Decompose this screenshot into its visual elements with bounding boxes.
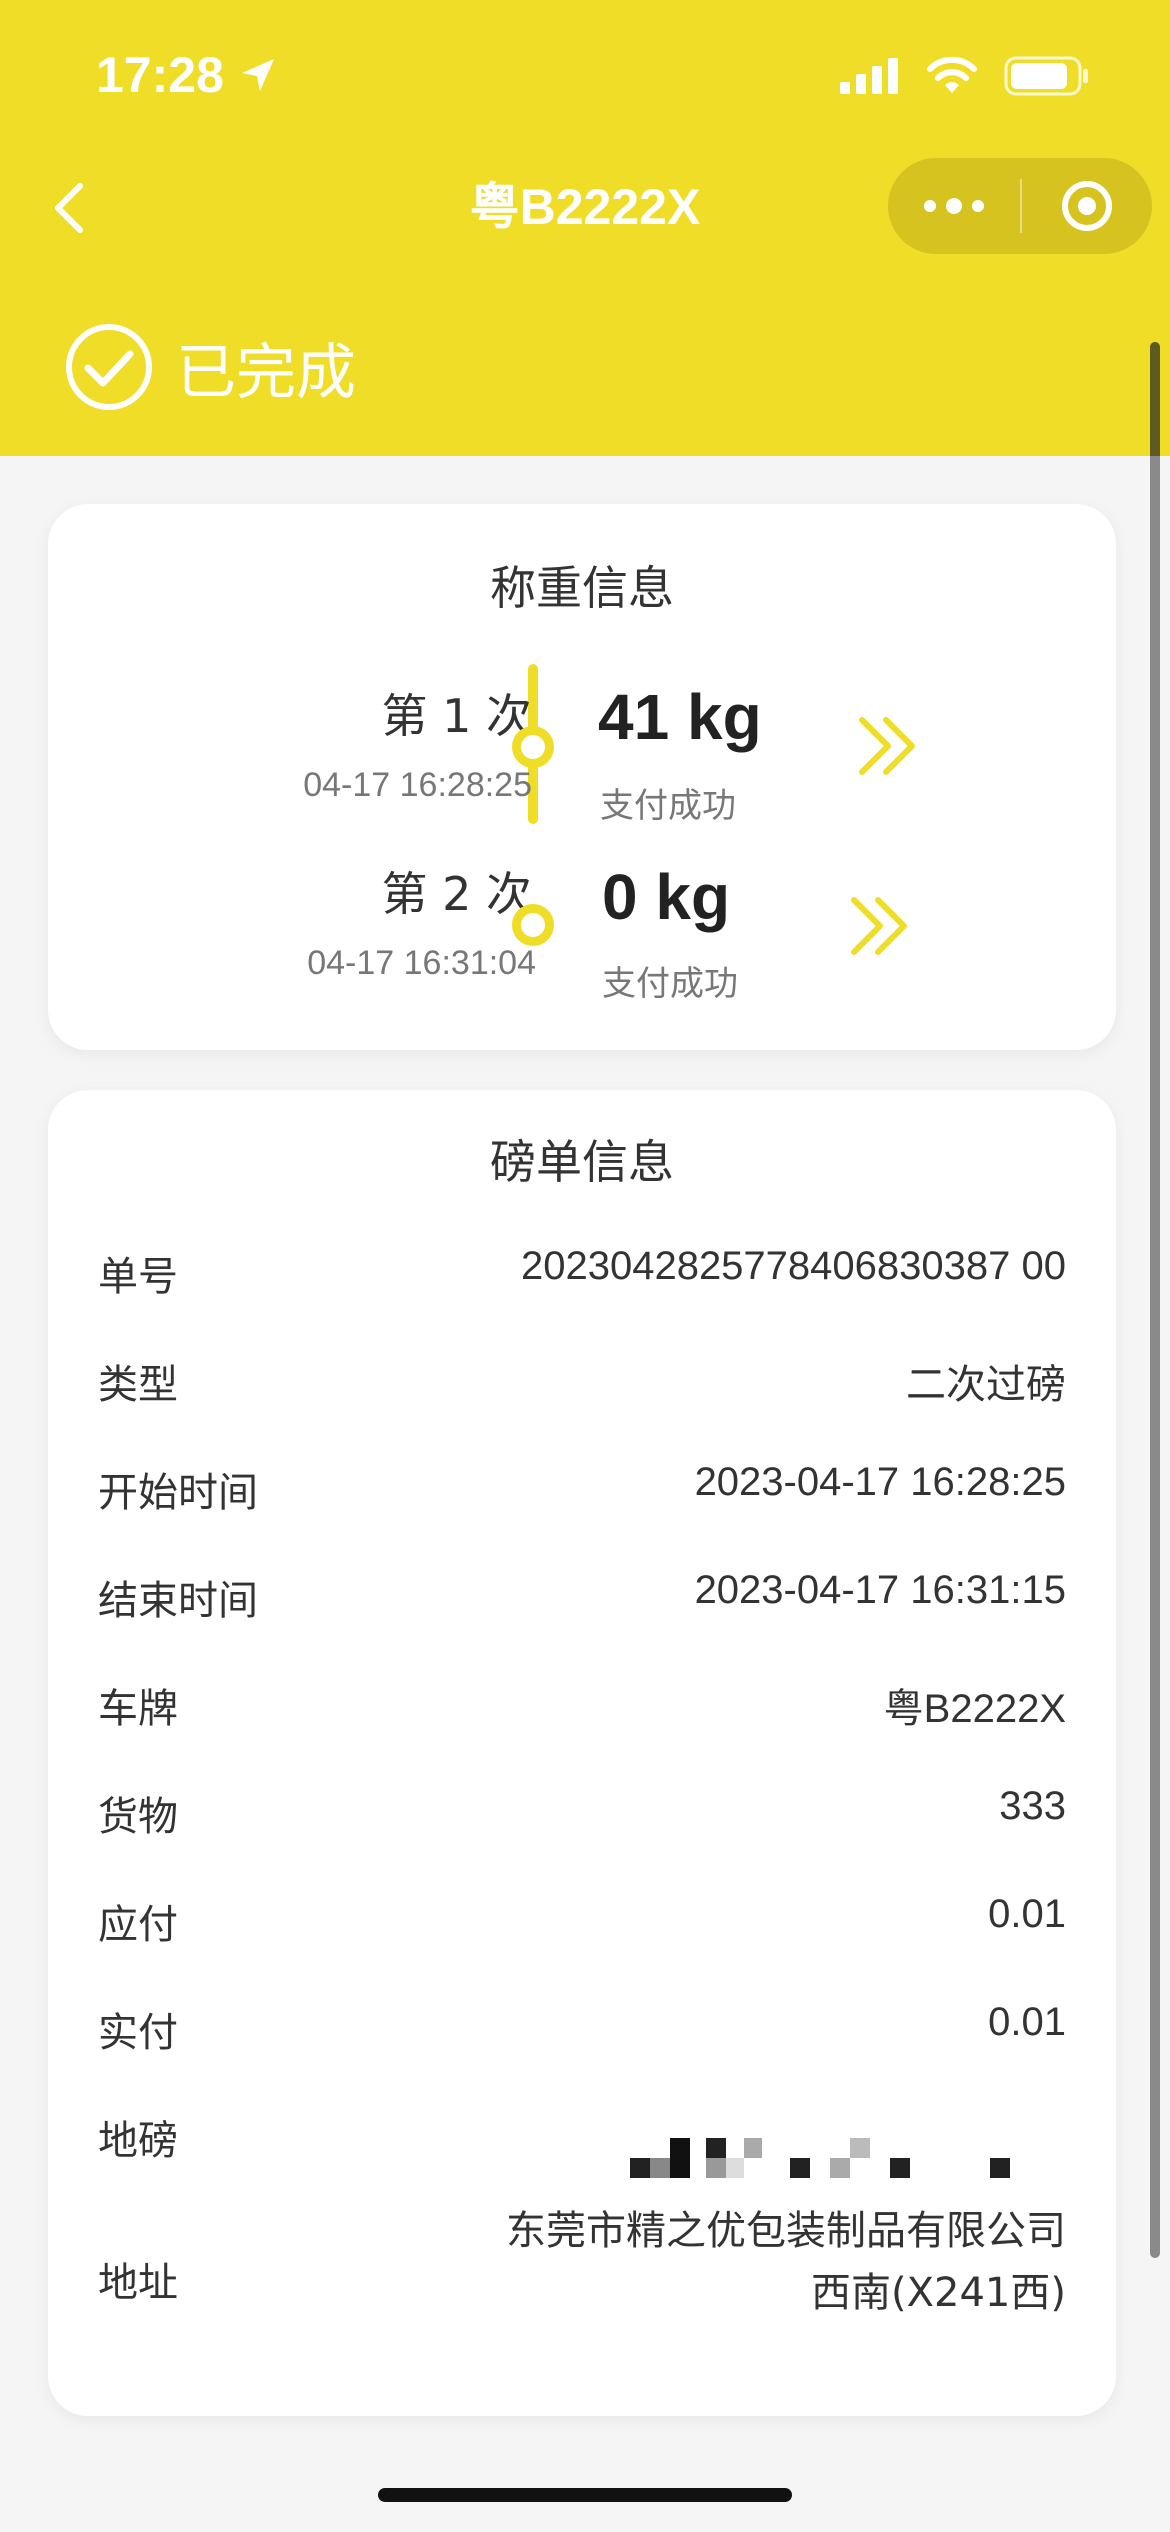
weigh-entry-2-label: 第 2 次 bbox=[381, 867, 532, 921]
row-value-type: 二次过磅 bbox=[906, 1363, 1066, 1407]
weigh-entry-2-weight: 0 kg bbox=[602, 861, 731, 933]
target-close-icon bbox=[1062, 181, 1112, 231]
signal-icon bbox=[840, 58, 898, 94]
ticket-card-title: 磅单信息 bbox=[490, 1135, 674, 1189]
row-value-order-no: 2023042825778406830387 00 bbox=[520, 1244, 1066, 1288]
timeline-dot-2 bbox=[512, 904, 554, 946]
weigh-card-title: 称重信息 bbox=[490, 561, 674, 615]
row-value-amount-due: 0.01 bbox=[988, 1892, 1066, 1936]
weigh-entry-1-weight: 41 kg bbox=[598, 681, 762, 753]
weigh-entry-1-time: 04-17 16:28:25 bbox=[303, 766, 532, 804]
row-label-order-no: 单号 bbox=[98, 1254, 178, 1300]
timeline-dot-1 bbox=[512, 726, 554, 768]
row-value-start-time: 2023-04-17 16:28:25 bbox=[694, 1460, 1066, 1504]
scrollbar[interactable] bbox=[1150, 342, 1160, 2258]
row-label-plate: 车牌 bbox=[98, 1686, 178, 1732]
check-circle-icon bbox=[66, 324, 152, 410]
row-label-cargo: 货物 bbox=[98, 1794, 178, 1840]
weigh-entry-1-detail-button[interactable] bbox=[856, 714, 922, 782]
row-label-end-time: 结束时间 bbox=[98, 1578, 258, 1624]
row-label-scale: 地磅 bbox=[98, 2118, 178, 2164]
row-value-end-time: 2023-04-17 16:31:15 bbox=[694, 1568, 1066, 1612]
row-label-start-time: 开始时间 bbox=[98, 1470, 258, 1516]
weigh-info-card: 称重信息 第 1 次 04-17 16:28:25 41 kg 支付成功 第 2… bbox=[48, 504, 1116, 1050]
row-label-amount-paid: 实付 bbox=[98, 2010, 178, 2056]
scrollbar-thumb-top bbox=[1150, 342, 1160, 456]
weigh-entry-1-label: 第 1 次 bbox=[381, 689, 532, 743]
location-arrow-icon bbox=[241, 59, 274, 91]
row-value-cargo: 333 bbox=[999, 1784, 1066, 1828]
ticket-info-card: 磅单信息 单号 2023042825778406830387 00 类型 二次过… bbox=[48, 1090, 1116, 2416]
row-value-plate: 粤B2222X bbox=[883, 1687, 1066, 1731]
status-time: 17:28 bbox=[96, 46, 278, 104]
status-label: 已完成 bbox=[176, 337, 356, 408]
home-indicator[interactable] bbox=[378, 2488, 792, 2502]
more-button[interactable] bbox=[888, 158, 1020, 254]
double-chevron-right-icon bbox=[859, 717, 915, 775]
battery-icon bbox=[1004, 56, 1088, 96]
status-time-text: 17:28 bbox=[96, 47, 224, 103]
row-value-amount-paid: 0.01 bbox=[988, 2000, 1066, 2044]
row-label-amount-due: 应付 bbox=[98, 1902, 178, 1948]
row-value-address: 东莞市精之优包装制品有限公司 西南(X241西) bbox=[366, 2200, 1066, 2324]
more-dots-icon bbox=[924, 198, 984, 214]
status-icons bbox=[840, 56, 1090, 96]
address-line-2: 西南(X241西) bbox=[811, 2270, 1066, 2316]
miniprogram-capsule bbox=[888, 158, 1152, 254]
row-label-type: 类型 bbox=[98, 1362, 178, 1408]
weigh-entry-2-detail-button[interactable] bbox=[848, 894, 914, 962]
close-miniprogram-button[interactable] bbox=[1022, 158, 1152, 254]
weigh-entry-2-time: 04-17 16:31:04 bbox=[307, 944, 536, 982]
weigh-entry-2-pay-status: 支付成功 bbox=[602, 964, 738, 1004]
double-chevron-right-icon bbox=[851, 897, 907, 955]
address-line-1: 东莞市精之优包装制品有限公司 bbox=[506, 2208, 1066, 2254]
redacted-scale-name bbox=[630, 2138, 1010, 2178]
order-status: 已完成 bbox=[64, 322, 356, 412]
weigh-entry-1-pay-status: 支付成功 bbox=[600, 786, 736, 826]
wifi-icon bbox=[927, 57, 977, 93]
row-label-address: 地址 bbox=[98, 2260, 178, 2306]
